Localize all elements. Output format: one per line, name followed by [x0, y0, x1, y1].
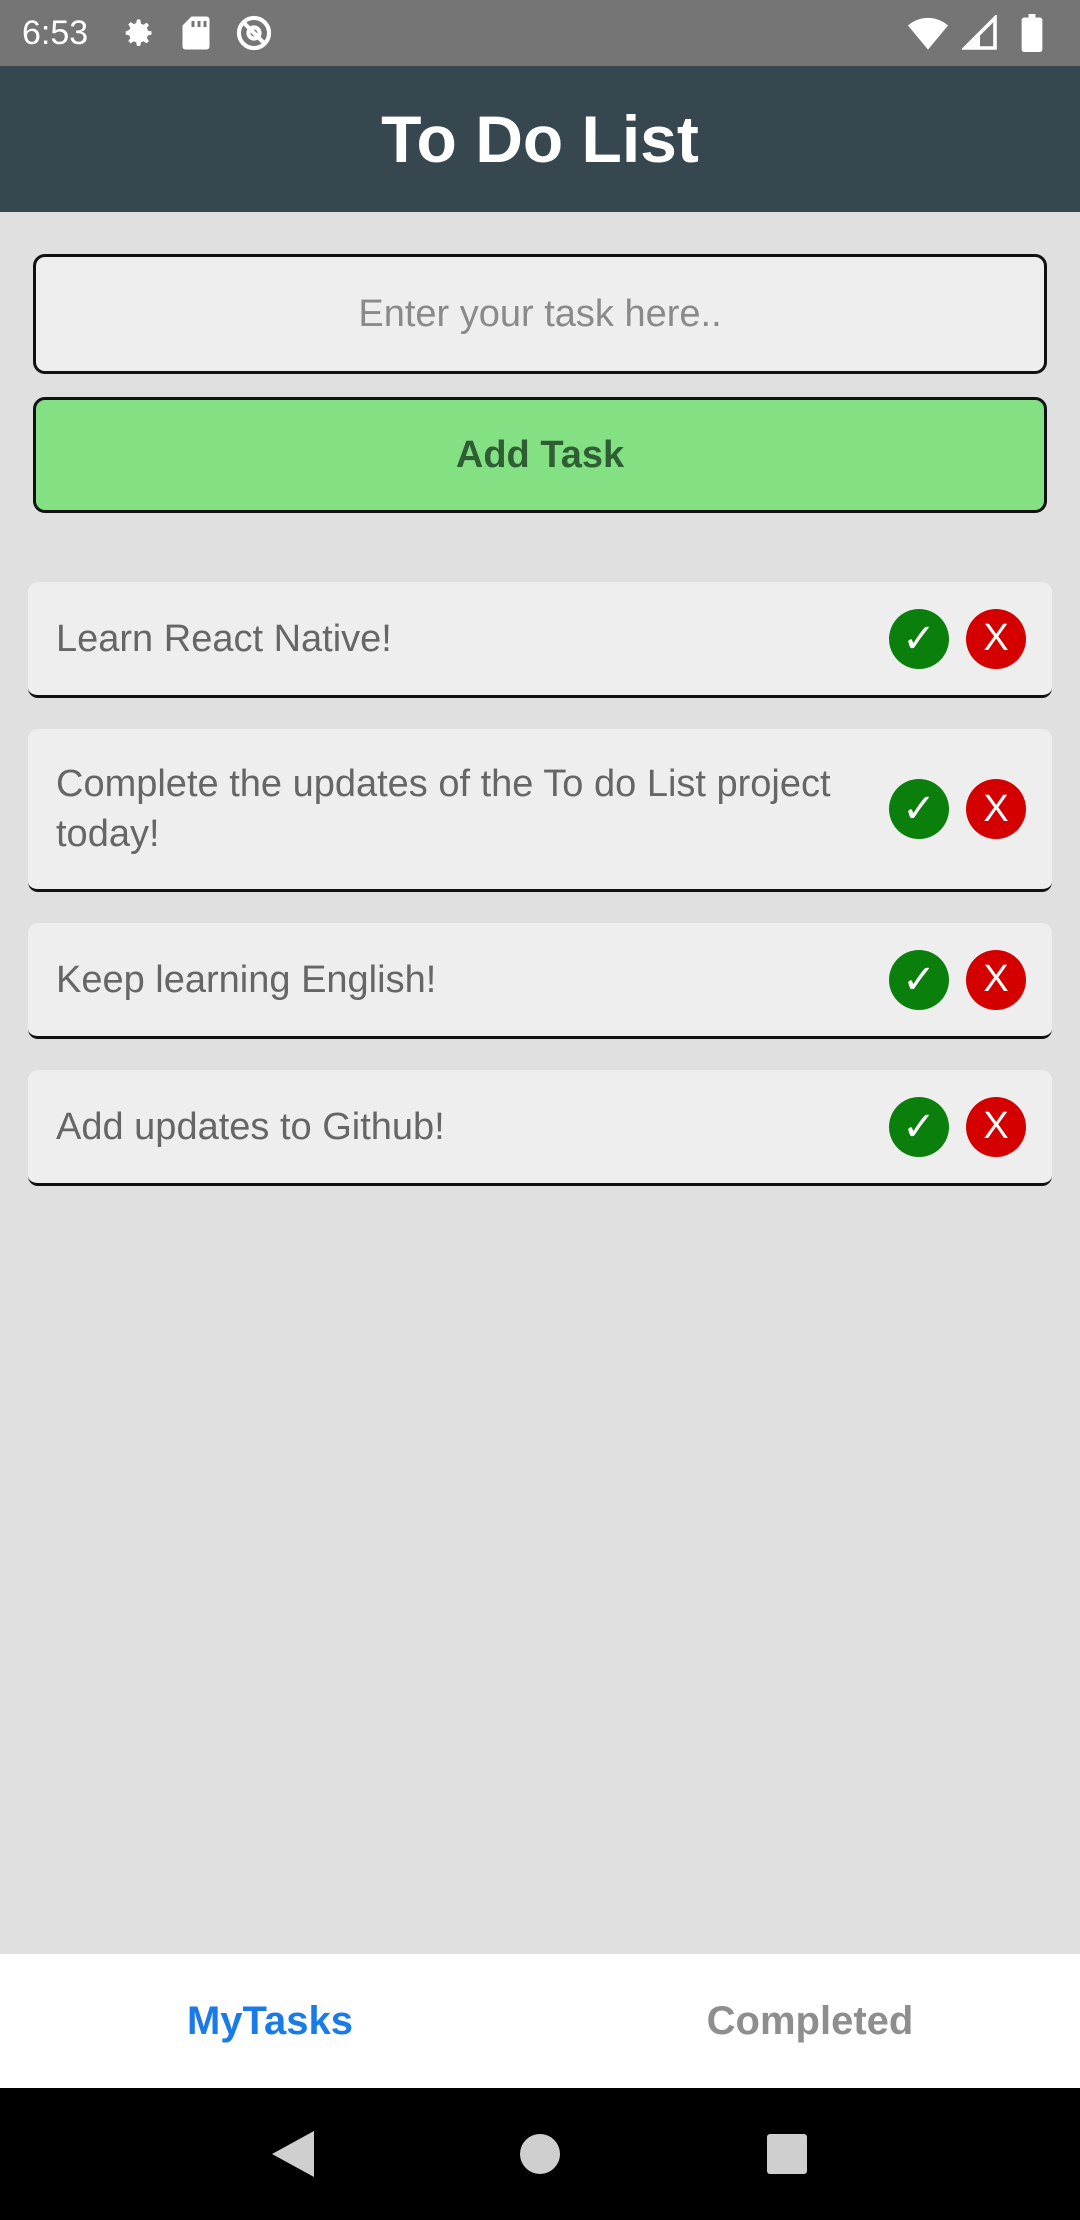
battery-icon: [1012, 13, 1052, 53]
signal-icon: [960, 13, 1000, 53]
complete-task-button[interactable]: ✓: [889, 608, 949, 669]
page-title: To Do List: [381, 102, 699, 176]
sd-card-icon: [176, 13, 216, 53]
delete-task-button[interactable]: X: [966, 779, 1026, 839]
tab-mytasks[interactable]: MyTasks: [0, 1954, 540, 2088]
add-task-button[interactable]: Add Task: [33, 397, 1047, 513]
app-header: To Do List: [0, 66, 1080, 212]
gear-icon: [118, 13, 158, 53]
wifi-icon: [908, 13, 948, 53]
task-item: Learn React Native! ✓ X: [28, 582, 1052, 698]
delete-task-button[interactable]: X: [966, 1096, 1026, 1157]
complete-task-button[interactable]: ✓: [889, 949, 949, 1010]
app-screen: 6:53 To Do List Add Task: [0, 0, 1080, 2220]
system-nav-bar: [0, 2088, 1080, 2220]
task-text: Learn React Native!: [56, 617, 392, 660]
task-item: Complete the updates of the To do List p…: [28, 729, 1052, 892]
task-input[interactable]: [33, 254, 1047, 374]
status-right-icons: [902, 13, 1058, 53]
task-list: Learn React Native! ✓ X Complete the upd…: [28, 582, 1052, 1217]
back-icon[interactable]: [258, 2119, 328, 2189]
at-sign-icon: [234, 13, 274, 53]
complete-task-button[interactable]: ✓: [889, 779, 949, 839]
delete-task-button[interactable]: X: [966, 608, 1026, 669]
delete-task-button[interactable]: X: [966, 949, 1026, 1010]
task-actions: ✓ X: [889, 608, 1026, 669]
status-bar: 6:53: [0, 0, 1080, 66]
task-item: Add updates to Github! ✓ X: [28, 1070, 1052, 1186]
home-icon[interactable]: [505, 2119, 575, 2189]
recents-icon[interactable]: [752, 2119, 822, 2189]
task-actions: ✓ X: [889, 779, 1026, 839]
bottom-tab-bar: MyTasks Completed: [0, 1954, 1080, 2088]
task-text: Complete the updates of the To do List p…: [56, 763, 831, 855]
task-actions: ✓ X: [889, 949, 1026, 1010]
status-time: 6:53: [22, 13, 89, 52]
tab-completed[interactable]: Completed: [540, 1954, 1080, 2088]
task-text: Keep learning English!: [56, 958, 437, 1001]
task-text: Add updates to Github!: [56, 1105, 445, 1148]
complete-task-button[interactable]: ✓: [889, 1096, 949, 1157]
task-actions: ✓ X: [889, 1096, 1026, 1157]
task-item: Keep learning English! ✓ X: [28, 923, 1052, 1039]
